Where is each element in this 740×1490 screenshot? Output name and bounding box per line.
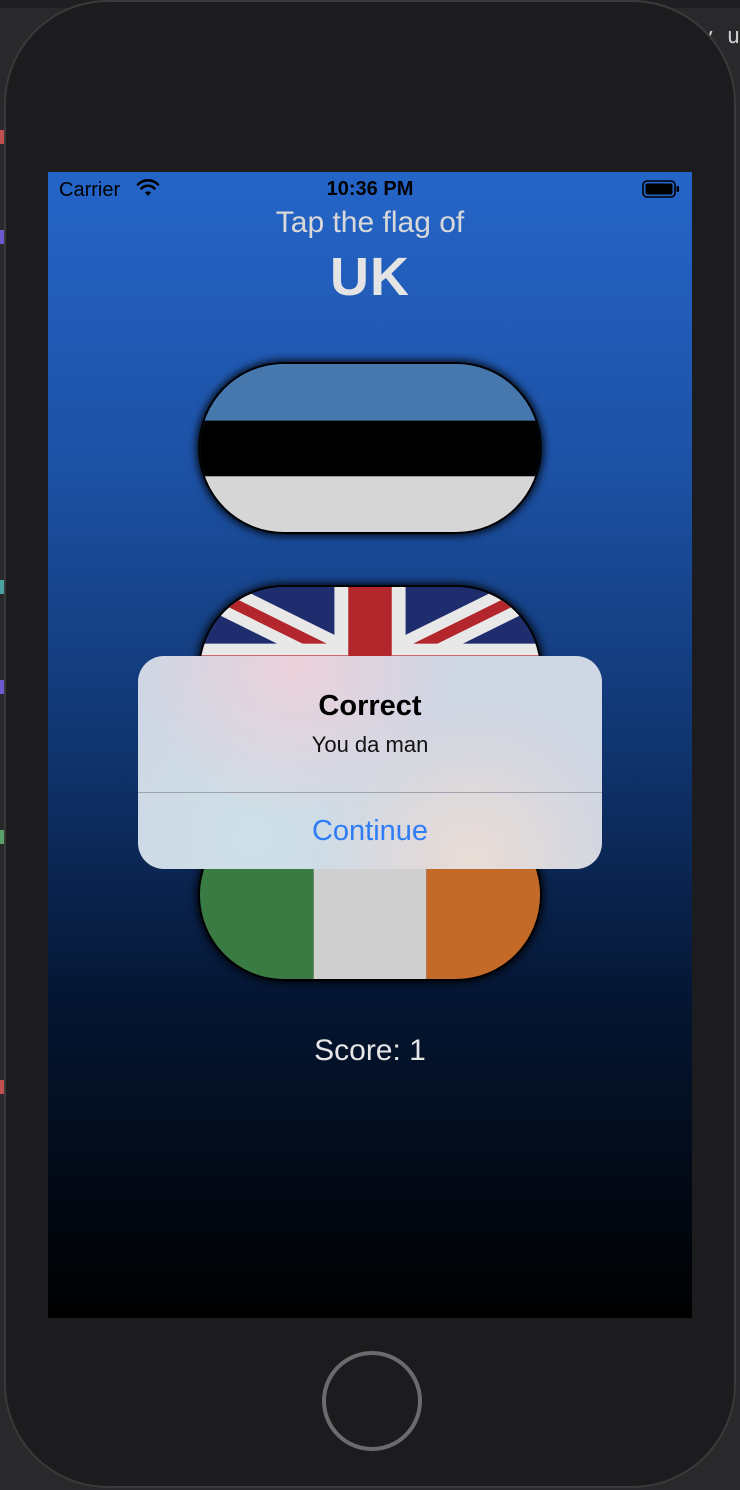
target-country-label: UK (330, 247, 410, 307)
battery-icon (642, 180, 679, 198)
prompt-label: Tap the flag of (275, 206, 465, 239)
continue-button[interactable]: Continue (138, 793, 602, 869)
status-bar: Carrier 10:36 PM (48, 172, 692, 208)
flag-button-estonia[interactable] (198, 362, 542, 534)
clock: 10:36 PM (326, 178, 414, 200)
alert-message: You da man (311, 732, 429, 757)
score-label: Score: 1 (314, 1034, 426, 1067)
alert-title: Correct (318, 690, 422, 722)
result-alert: Correct You da man Continue (138, 656, 602, 869)
estonia-flag-image (200, 364, 540, 532)
home-button[interactable] (322, 1351, 422, 1451)
